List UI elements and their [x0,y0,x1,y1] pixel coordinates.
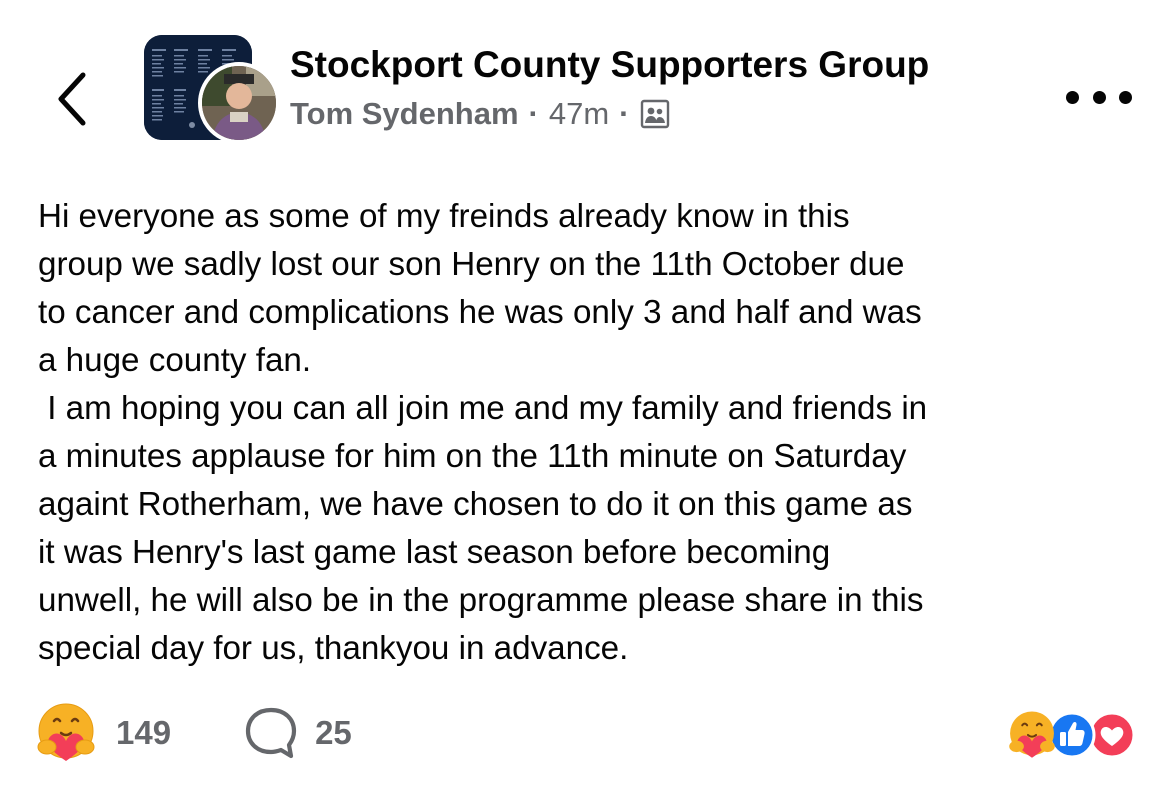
more-dot [1092,90,1106,104]
care-reaction-icon [37,703,95,761]
comment-count: 25 [315,714,352,751]
post-meta: Tom Sydenham · 47m · [290,96,670,132]
post-line: to cancer and complications he was only … [38,294,922,331]
post-line: I am hoping you can all join me and my f… [38,390,928,427]
more-dot [1119,90,1132,104]
group-name[interactable]: Stockport County Supporters Group [290,44,929,86]
post-line: special day for us, thankyou in advance. [38,630,629,667]
post-time[interactable]: 47m [549,96,609,132]
more-options-button[interactable] [1066,84,1132,110]
post-line: group we sadly lost our son Henry on the… [38,246,905,283]
comment-icon [245,707,297,759]
author-photo [202,66,276,140]
meta-separator: · [528,96,539,131]
reaction-summary[interactable] [1006,710,1136,760]
react-button[interactable]: 149 [34,701,171,765]
post-line: againt Rotherham, we have chosen to do i… [38,486,913,523]
post-footer: 149 25 [34,700,352,766]
author-name[interactable]: Tom Sydenham [290,96,519,132]
post-line: a minutes applause for him on the 11th m… [38,438,907,475]
post-text: Hi everyone as some of my freinds alread… [38,193,1148,673]
post-line: Hi everyone as some of my freinds alread… [38,198,850,235]
reaction-count: 149 [116,714,172,751]
post-line: a huge county fan. [38,342,312,379]
chevron-left-icon [58,72,86,126]
author-avatar[interactable] [198,62,280,144]
group-members-icon [640,99,669,129]
post-line: unwell, he will also be in the programme… [38,582,924,619]
more-dot [1066,90,1079,104]
meta-separator: · [619,96,630,131]
post-line: it was Henry's last game last season bef… [38,534,831,571]
back-button[interactable] [46,64,96,134]
comment-button[interactable]: 25 [243,705,352,761]
care-reaction-icon [1009,711,1055,758]
